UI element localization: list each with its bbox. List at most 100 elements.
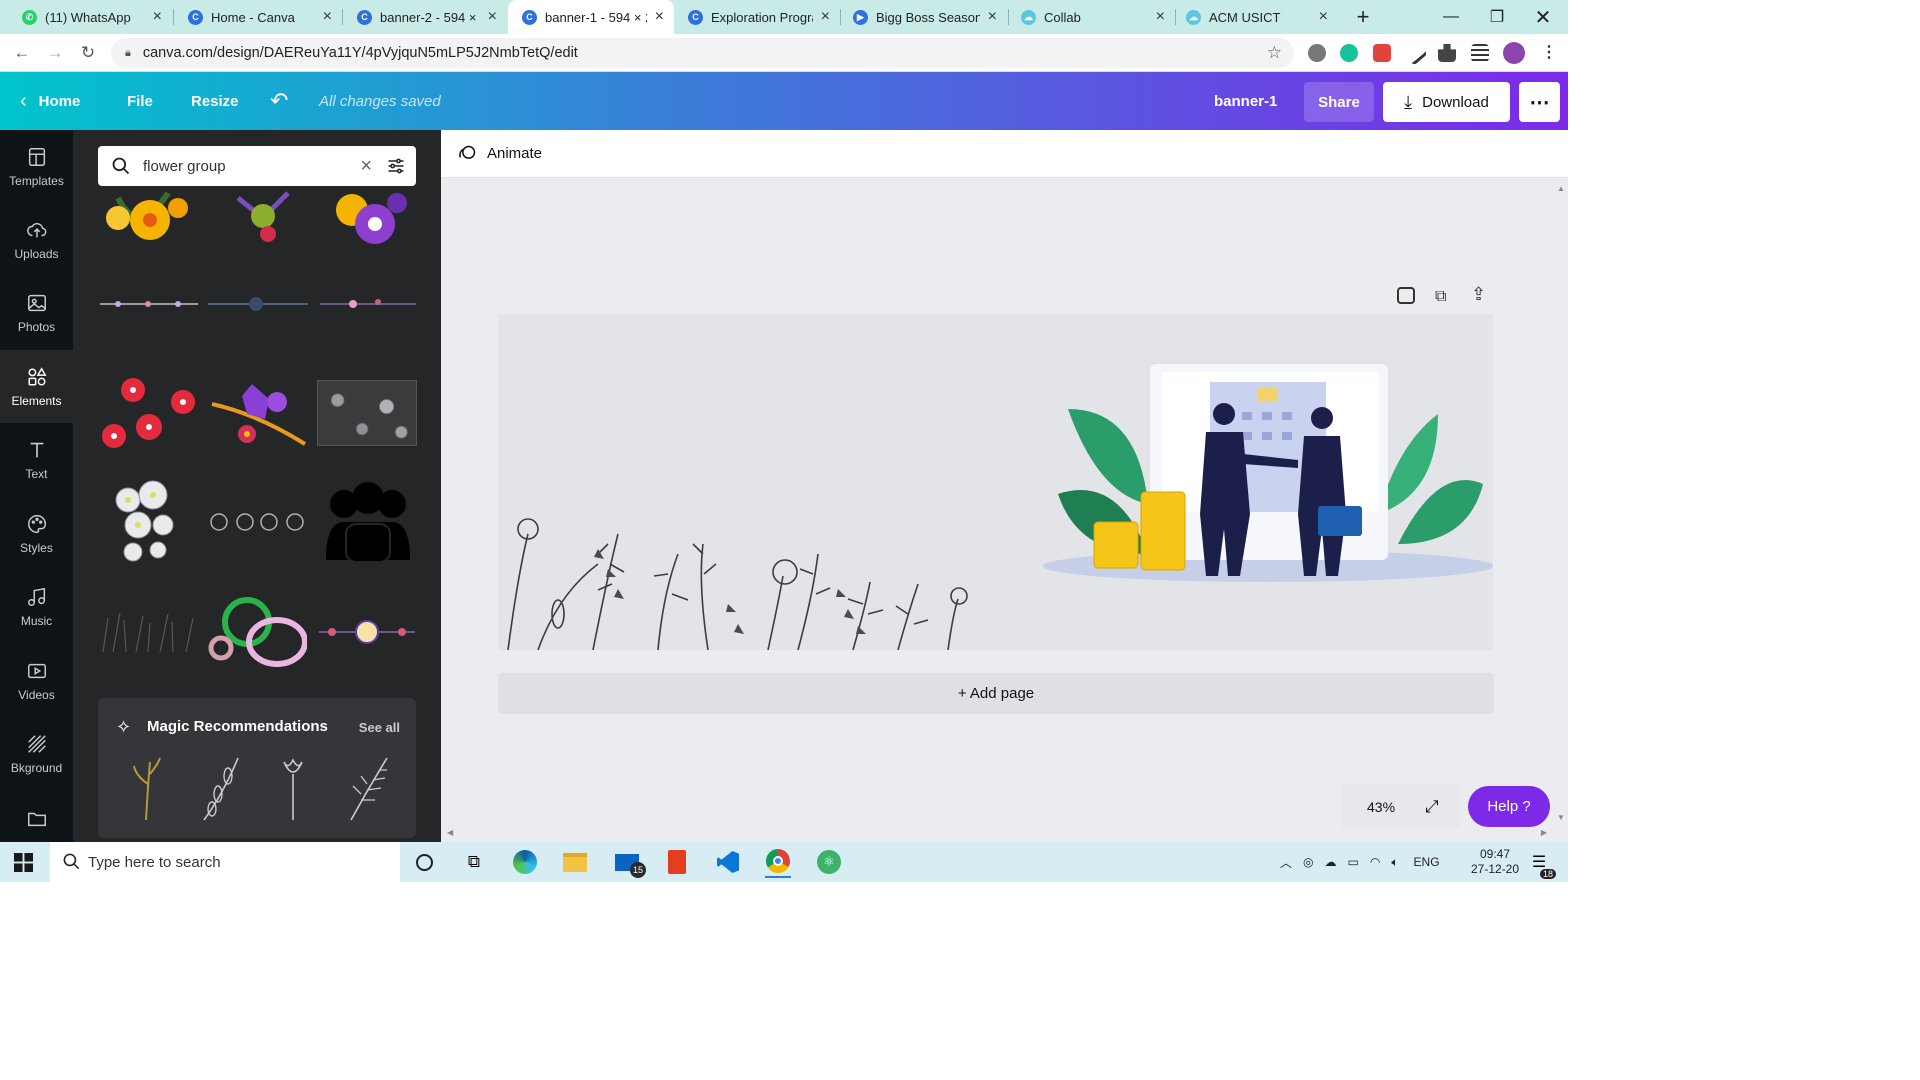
close-icon[interactable]: × (323, 8, 332, 26)
close-window-button[interactable]: ✕ (1520, 0, 1566, 34)
webcam-icon[interactable]: ◎ (1303, 855, 1313, 869)
zoom-control[interactable]: 43% ⤢ (1341, 785, 1460, 828)
zoom-level[interactable]: 43% (1367, 799, 1395, 815)
flower-thumbnail[interactable] (317, 188, 417, 246)
extension-red-icon[interactable] (1373, 44, 1391, 62)
fullscreen-icon[interactable]: ⤢ (1425, 797, 1439, 817)
add-page-icon[interactable]: ⇪ (1471, 284, 1486, 305)
chrome-menu-icon[interactable]: ⋮ (1540, 44, 1558, 62)
cloud-icon[interactable]: ☁ (1325, 855, 1337, 869)
file-explorer-icon[interactable] (562, 850, 588, 874)
floral-pattern-thumbnail[interactable] (317, 380, 417, 446)
rail-videos[interactable]: Videos (0, 644, 73, 717)
share-button[interactable]: Share (1304, 82, 1374, 122)
tab-collab[interactable]: ☁ Collab × (1009, 0, 1175, 34)
fern-thumbnail[interactable] (343, 754, 393, 822)
close-icon[interactable]: × (1319, 8, 1328, 26)
rail-styles[interactable]: Styles (0, 497, 73, 570)
rail-background[interactable]: Bkground (0, 717, 73, 790)
vscode-icon[interactable] (715, 850, 741, 874)
rail-templates[interactable]: Templates (0, 130, 73, 203)
wifi-icon[interactable]: ◠ (1370, 855, 1380, 869)
volume-icon[interactable]: 🔈︎ (1391, 855, 1398, 870)
search-input[interactable]: flower group (143, 158, 360, 175)
flower-thumbnail[interactable] (98, 188, 198, 246)
flower-line-thumbnail[interactable] (207, 508, 307, 536)
language-indicator[interactable]: ENG (1414, 855, 1440, 869)
design-canvas[interactable] (498, 314, 1493, 650)
rail-folder[interactable] (0, 790, 73, 842)
duplicate-page-icon[interactable]: ⧉ (1435, 288, 1446, 306)
flower-thumbnail[interactable] (228, 188, 298, 246)
close-icon[interactable]: × (655, 8, 664, 26)
rings-thumbnail[interactable] (207, 592, 307, 672)
tab-bigg-boss[interactable]: ▶ Bigg Boss Season × (841, 0, 1007, 34)
url-field[interactable]: 🔒︎ canva.com/design/DAEReuYa11Y/4pVyjquN… (111, 38, 1294, 68)
people-group-thumbnail[interactable] (322, 480, 414, 566)
forward-icon[interactable]: → (43, 41, 67, 65)
download-button[interactable]: ⤓ Download (1383, 82, 1510, 122)
mail-icon[interactable]: 15 (614, 850, 646, 878)
close-icon[interactable]: × (821, 8, 830, 26)
chrome-icon[interactable] (765, 846, 791, 878)
notification-center-icon[interactable]: ☰ 18 (1526, 850, 1556, 879)
tab-acm-usict[interactable]: ☁ ACM USICT × (1176, 0, 1338, 34)
design-name[interactable]: banner-1 (1214, 72, 1277, 130)
file-menu-button[interactable]: File (127, 72, 153, 130)
rail-text[interactable]: Text (0, 423, 73, 496)
flower-garland-thumbnail[interactable] (317, 618, 417, 646)
leaf-branch-thumbnail[interactable] (198, 754, 244, 822)
help-button[interactable]: Help ? (1468, 786, 1550, 827)
see-all-link[interactable]: See all (359, 720, 400, 735)
office-icon[interactable] (664, 850, 690, 874)
resize-button[interactable]: Resize (191, 72, 239, 130)
cortana-icon[interactable] (411, 850, 437, 874)
restore-button[interactable]: ❐ (1474, 0, 1520, 34)
profile-avatar[interactable] (1503, 42, 1525, 64)
note-icon[interactable] (1397, 287, 1415, 304)
tab-home-canva[interactable]: C Home - Canva × (174, 0, 342, 34)
grammarly-icon[interactable] (1340, 44, 1358, 62)
task-view-icon[interactable]: ⧉ (461, 850, 487, 874)
rail-photos[interactable]: Photos (0, 276, 73, 349)
tab-banner-2[interactable]: C banner-2 - 594 × 2 × (343, 0, 507, 34)
clock[interactable]: 09:47 27-12-20 (1470, 842, 1520, 882)
rail-uploads[interactable]: Uploads (0, 203, 73, 276)
horizontal-scrollbar[interactable]: ◀ ▶ (441, 828, 1551, 842)
more-options-button[interactable]: ⋯ (1519, 82, 1560, 122)
extension-bug-icon[interactable] (1308, 44, 1326, 62)
add-page-button[interactable]: + Add page (498, 673, 1494, 714)
close-icon[interactable]: × (1156, 8, 1165, 26)
white-flower-bouquet-thumbnail[interactable] (103, 470, 193, 570)
stem-thumbnail[interactable] (128, 754, 168, 822)
edge-icon[interactable] (512, 850, 538, 874)
tulip-thumbnail[interactable] (278, 754, 308, 822)
bookmark-star-icon[interactable]: ☆ (1267, 43, 1282, 63)
tab-whatsapp[interactable]: ✆ (11) WhatsApp × (0, 0, 172, 34)
undo-icon[interactable]: ↶ (270, 72, 288, 130)
tab-banner-1[interactable]: C banner-1 - 594 × 2 × (508, 0, 674, 34)
grass-thumbnail[interactable] (98, 608, 198, 652)
home-button[interactable]: ‹ Home (20, 72, 80, 130)
minimize-button[interactable]: — (1428, 0, 1474, 34)
back-icon[interactable]: ← (10, 41, 34, 65)
reading-list-icon[interactable] (1471, 44, 1489, 62)
floral-border-thumbnail[interactable] (98, 290, 416, 318)
orchid-thumbnail[interactable] (207, 374, 307, 454)
extensions-puzzle-icon[interactable] (1438, 44, 1456, 62)
vertical-scrollbar[interactable]: ▲ ▼ (1554, 182, 1568, 822)
new-tab-button[interactable]: + (1340, 0, 1386, 34)
animate-button[interactable]: Animate (457, 144, 542, 164)
filter-icon[interactable] (386, 156, 406, 176)
clear-icon[interactable]: × (360, 155, 372, 178)
close-icon[interactable]: × (988, 8, 997, 26)
pen-icon[interactable] (1402, 40, 1428, 66)
search-box[interactable]: flower group × (98, 146, 416, 186)
windows-start-icon[interactable] (14, 853, 33, 872)
rail-music[interactable]: Music (0, 570, 73, 643)
tab-exploration[interactable]: C Exploration Progra × (674, 0, 840, 34)
reload-icon[interactable]: ↻ (76, 41, 100, 65)
chevron-up-icon[interactable]: ︿ (1280, 854, 1292, 871)
battery-icon[interactable]: ▭ (1348, 855, 1359, 869)
atom-icon[interactable]: ⚛ (816, 850, 842, 874)
